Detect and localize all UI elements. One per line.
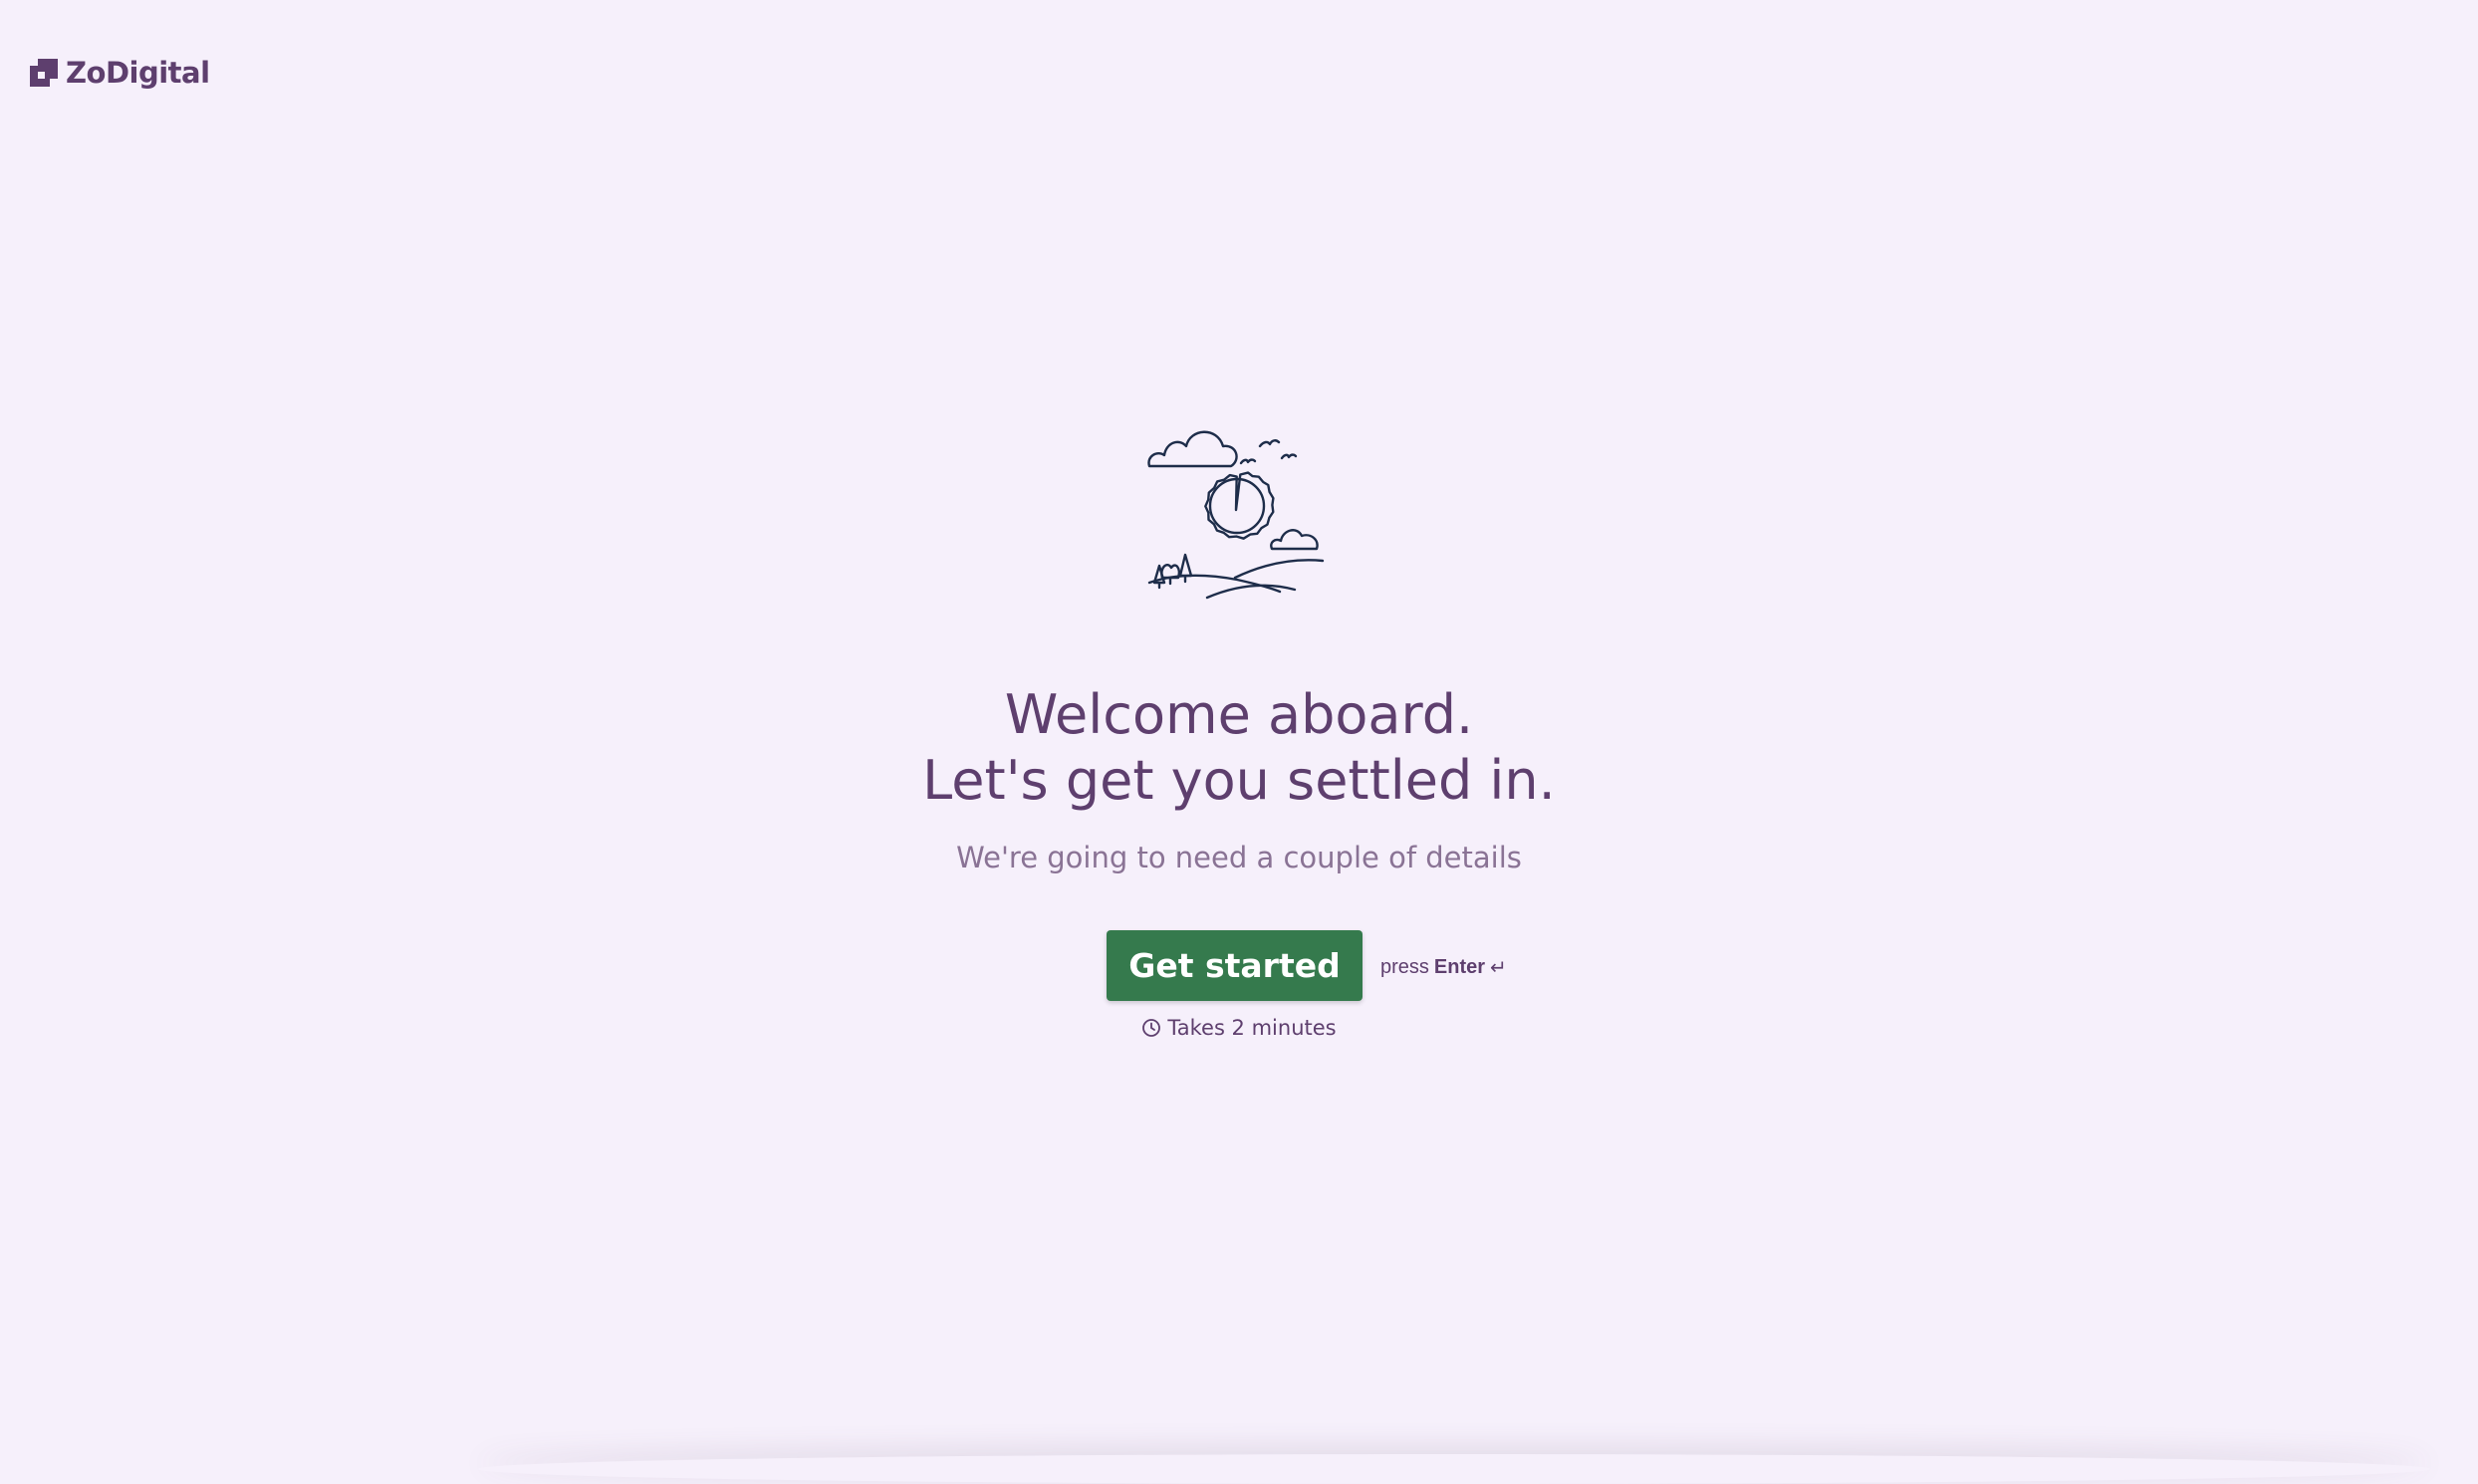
brand-logo[interactable]: ZoDigital	[30, 56, 210, 90]
enter-return-icon: ↵	[1490, 957, 1507, 979]
sun-landscape-illustration	[1147, 430, 1325, 600]
press-label: press	[1380, 956, 1429, 978]
press-enter-hint: press Enter ↵	[1380, 955, 1507, 980]
get-started-button[interactable]: Get started	[1107, 930, 1363, 1001]
welcome-subtitle: We're going to need a couple of details	[956, 841, 1522, 874]
hill-line	[1205, 584, 1297, 600]
cloud-icon	[1147, 430, 1238, 468]
duration-text: Takes 2 minutes	[1167, 1016, 1337, 1040]
zodigital-logo-icon	[30, 59, 58, 87]
cloud-icon	[1270, 529, 1319, 551]
bird-icon	[1280, 453, 1298, 460]
bird-icon	[1239, 458, 1257, 465]
cta-row: Get started press Enter ↵	[1107, 930, 1507, 1001]
duration-note: Takes 2 minutes	[0, 1016, 2478, 1040]
bird-icon	[1258, 439, 1281, 448]
enter-key-label: Enter	[1433, 956, 1486, 978]
bottom-panel-shadow	[478, 1454, 2430, 1484]
hill-line	[1147, 574, 1282, 594]
clock-icon	[1142, 1019, 1161, 1037]
welcome-line-1: Welcome aboard.	[1004, 683, 1474, 746]
welcome-line-2: Let's get you settled in.	[922, 749, 1556, 812]
brand-name: ZoDigital	[66, 56, 210, 90]
hill-line	[1233, 559, 1325, 580]
welcome-heading: Welcome aboard. Let's get you settled in…	[0, 682, 2478, 814]
tree-icon	[1178, 553, 1193, 584]
